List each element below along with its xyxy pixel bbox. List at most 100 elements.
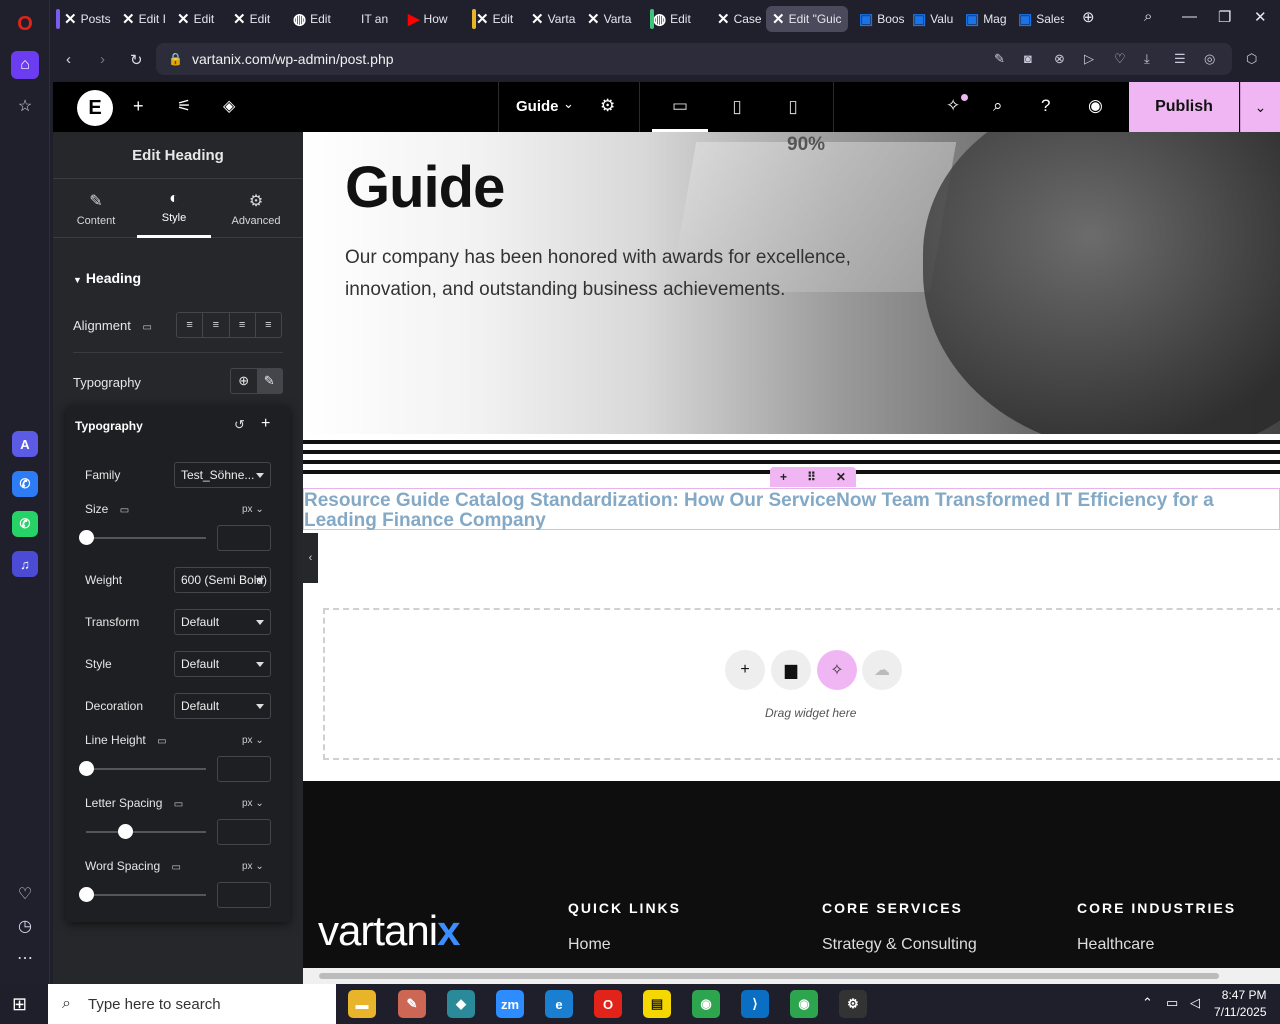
chrome-icon[interactable]: ◉ <box>790 990 818 1018</box>
tray-chevron-icon[interactable]: ⌃ <box>1142 995 1153 1011</box>
download-icon[interactable]: ⤓ <box>1144 51 1150 67</box>
whatsapp-icon[interactable]: ✆ <box>12 511 38 537</box>
browser-tab[interactable]: ✕ Edit <box>171 6 225 32</box>
browser-tab[interactable]: ✕ Case <box>711 6 763 32</box>
page-name[interactable]: Guide <box>516 98 559 115</box>
aria-icon[interactable]: A <box>12 431 38 457</box>
browser-tab[interactable]: ▣ Mag <box>959 6 1011 32</box>
browser-tab[interactable]: ▣ Boos <box>853 6 905 32</box>
app-icon[interactable]: ◆ <box>447 990 475 1018</box>
chrome-icon[interactable]: ◉ <box>692 990 720 1018</box>
word-spacing-input[interactable] <box>217 882 271 908</box>
opera-logo-icon[interactable]: O <box>11 10 39 38</box>
forward-icon[interactable]: › <box>100 51 105 68</box>
heading-section-toggle[interactable]: ▼ Heading <box>73 270 141 286</box>
extensions-icon[interactable]: ⬡ <box>1246 51 1257 67</box>
volume-icon[interactable]: ◁ <box>1190 995 1200 1011</box>
align-left-icon[interactable]: ≡ <box>177 313 204 337</box>
browser-tab[interactable]: ✕ Posts <box>58 6 112 32</box>
reload-icon[interactable]: ↻ <box>130 51 143 69</box>
weight-select[interactable]: 600 (Semi Bold) <box>174 567 271 593</box>
file-explorer-icon[interactable]: ▬ <box>348 990 376 1018</box>
transform-select[interactable]: Default <box>174 609 271 635</box>
align-center-icon[interactable]: ≡ <box>203 313 230 337</box>
restore-icon[interactable]: ❐ <box>1218 8 1231 26</box>
search-icon[interactable]: ⌕ <box>993 96 1003 116</box>
browser-tab[interactable]: ◍ Edit <box>287 6 343 32</box>
easy-setup-icon[interactable]: ☰ <box>1174 51 1186 67</box>
browser-tab[interactable]: ✕ Edit I <box>116 6 170 32</box>
settings-sliders-icon[interactable]: ⚟ <box>177 96 191 116</box>
size-slider-handle[interactable] <box>79 530 94 545</box>
footer-link[interactable]: Healthcare <box>1077 936 1236 954</box>
selected-heading[interactable]: Resource Guide Catalog Standardization: … <box>303 488 1280 531</box>
edge-icon[interactable]: e <box>545 990 573 1018</box>
flow-icon[interactable]: ▷ <box>1084 51 1094 67</box>
line-height-slider[interactable] <box>86 768 206 770</box>
panel-collapse-icon[interactable]: ‹ <box>303 533 318 583</box>
notes-pin-icon[interactable]: ✧ <box>946 96 960 116</box>
size-input[interactable] <box>217 525 271 551</box>
tab-style[interactable]: ◐ Style <box>137 179 211 238</box>
clock[interactable]: 8:47 PM 7/11/2025 <box>1214 987 1267 1021</box>
browser-tab[interactable]: ✕ Varta <box>581 6 637 32</box>
size-unit[interactable]: px ⌄ <box>242 504 264 515</box>
browser-tab[interactable]: ▶ How <box>402 6 457 32</box>
tablet-view-icon[interactable]: ▯ <box>709 82 765 132</box>
more-icon[interactable]: ⋯ <box>11 944 39 972</box>
word-spacing-slider-handle[interactable] <box>79 887 94 902</box>
music-icon[interactable]: ♫ <box>12 551 38 577</box>
opera-icon[interactable]: O <box>594 990 622 1018</box>
footer-link[interactable]: Strategy & Consulting <box>822 936 977 954</box>
ai-sparkle-icon[interactable]: ✧ <box>817 650 857 690</box>
footer-link[interactable]: Home <box>568 936 681 954</box>
add-icon[interactable]: + <box>780 470 787 484</box>
add-element-icon[interactable]: + <box>133 96 144 117</box>
letter-spacing-slider-handle[interactable] <box>118 824 133 839</box>
url-field[interactable]: 🔒 vartanix.com/wp-admin/post.php <box>156 43 1232 75</box>
hero-text[interactable]: Our company has been honored with awards… <box>345 242 905 306</box>
line-height-input[interactable] <box>217 756 271 782</box>
star-icon[interactable]: ☆ <box>11 92 39 120</box>
widget-dropzone[interactable]: + ▆ ✧ ☁ Drag widget here <box>323 608 1280 760</box>
elementor-logo-icon[interactable]: E <box>77 90 113 126</box>
structure-layers-icon[interactable]: ◈ <box>223 96 235 116</box>
search-tabs-icon[interactable]: ⌕ <box>1144 8 1152 25</box>
publish-button[interactable]: Publish <box>1129 82 1239 132</box>
hero-title[interactable]: Guide <box>345 154 505 221</box>
letter-spacing-slider[interactable] <box>86 831 206 833</box>
align-right-icon[interactable]: ≡ <box>230 313 256 337</box>
taskbar-search[interactable]: ⌕ Type here to search <box>48 984 336 1024</box>
decoration-select[interactable]: Default <box>174 693 271 719</box>
zoom-icon[interactable]: zm <box>496 990 524 1018</box>
close-icon[interactable]: ✕ <box>836 470 846 484</box>
back-icon[interactable]: ‹ <box>66 51 71 68</box>
word-spacing-unit[interactable]: px ⌄ <box>242 861 264 872</box>
footer-logo[interactable]: vartanix <box>318 907 460 955</box>
publish-options-icon[interactable]: ⌄ <box>1240 82 1280 132</box>
reset-icon[interactable]: ↺ <box>234 417 245 433</box>
line-height-slider-handle[interactable] <box>79 761 94 776</box>
kit-icon[interactable]: ☁ <box>862 650 902 690</box>
browser-tab[interactable]: ✕ Edit <box>227 6 281 32</box>
global-icon[interactable]: ⊕ <box>231 369 257 393</box>
help-icon[interactable]: ? <box>1041 96 1050 116</box>
minimize-icon[interactable]: — <box>1182 8 1197 25</box>
add-icon[interactable]: + <box>261 415 270 433</box>
page-settings-icon[interactable]: ⚙ <box>600 96 615 116</box>
style-select[interactable]: Default <box>174 651 271 677</box>
letter-spacing-unit[interactable]: px ⌄ <box>242 798 264 809</box>
browser-tab[interactable]: ▣ Sales <box>1012 6 1064 32</box>
size-slider[interactable] <box>86 537 206 539</box>
tab-content[interactable]: ✎ Content <box>59 179 133 238</box>
home-icon[interactable]: ⌂ <box>11 51 39 79</box>
settings-icon[interactable]: ⚙ <box>839 990 867 1018</box>
windows-start-icon[interactable]: ⊞ <box>12 994 27 1015</box>
favorite-icon[interactable]: ♡ <box>1114 51 1126 67</box>
edit-url-icon[interactable]: ✎ <box>994 51 1005 67</box>
browser-tab[interactable]: IT an <box>355 6 399 32</box>
letter-spacing-input[interactable] <box>217 819 271 845</box>
edit-pencil-icon[interactable]: ✎ <box>256 369 282 393</box>
drag-handle-icon[interactable]: ⠿ <box>807 470 816 484</box>
desktop-view-icon[interactable]: ▭ <box>652 82 708 132</box>
